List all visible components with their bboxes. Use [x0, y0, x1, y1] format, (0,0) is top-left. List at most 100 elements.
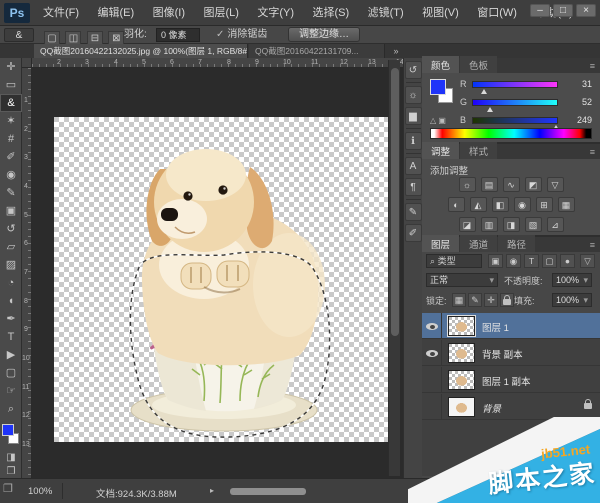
filter-smart-objects-icon[interactable]: ● — [560, 254, 575, 268]
tab-document-inactive[interactable]: QQ截图20160422131709... — [249, 44, 385, 58]
red-slider-thumb[interactable] — [481, 89, 487, 94]
paragraph-styles-panel-icon[interactable]: ✐ — [405, 224, 422, 242]
character-styles-panel-icon[interactable]: ✎ — [405, 203, 422, 221]
tool-brush[interactable]: ✎ — [0, 184, 22, 202]
antialias-checkbox[interactable]: ✓消除锯齿 — [216, 26, 267, 44]
layer-row-background[interactable]: 背景 — [422, 394, 600, 420]
panel-menu-icon[interactable]: ≡ — [585, 145, 600, 159]
tool-gradient[interactable]: ▨ — [0, 256, 22, 274]
close-button[interactable]: × — [576, 4, 596, 17]
horizontal-scrollbar-thumb[interactable] — [230, 488, 306, 495]
lock-position-icon[interactable]: ✛ — [484, 293, 498, 307]
menu-edit[interactable]: 编辑(E) — [91, 0, 142, 26]
transparent-canvas[interactable] — [54, 117, 390, 442]
refine-edge-button[interactable]: 调整边缘… — [288, 27, 360, 42]
vertical-ruler[interactable]: 1 2 3 4 5 6 7 8 9 10 11 12 13 — [22, 68, 32, 478]
add-selection-button[interactable]: ◫ — [65, 31, 81, 45]
menu-image[interactable]: 图像(I) — [146, 0, 192, 26]
tab-styles[interactable]: 样式 — [460, 142, 497, 159]
screen-mode-icon[interactable]: ❐ — [3, 482, 13, 495]
scrollbar-thumb[interactable] — [391, 68, 399, 336]
layer-name[interactable]: 背景 — [482, 401, 501, 415]
selective-color-icon[interactable]: ⊿ — [547, 217, 564, 232]
canvas-area[interactable]: 2 3 4 5 6 7 8 9 10 11 12 13 14 1 2 3 4 5… — [22, 58, 403, 478]
black-white-icon[interactable]: ◧ — [492, 197, 509, 212]
minimize-button[interactable]: – — [530, 4, 550, 17]
hue-saturation-icon[interactable]: ◐ — [448, 197, 465, 212]
maximize-button[interactable]: □ — [553, 4, 573, 17]
menu-filter[interactable]: 滤镜(T) — [361, 0, 411, 26]
tab-document-active[interactable]: QQ截图20160422132025.jpg @ 100%(图层 1, RGB/… — [34, 44, 248, 58]
color-lookup-icon[interactable]: ▦ — [558, 197, 575, 212]
tool-pen[interactable]: ✒ — [0, 310, 22, 328]
tab-paths[interactable]: 路径 — [498, 235, 535, 252]
visibility-toggle[interactable] — [422, 340, 442, 366]
layer-row-layer1-copy[interactable]: 图层 1 副本 — [422, 367, 600, 393]
filter-adjustment-layers-icon[interactable]: ◉ — [506, 254, 521, 268]
character-panel-icon[interactable]: A — [405, 157, 422, 175]
posterize-icon[interactable]: ▥ — [481, 217, 498, 232]
tool-hand[interactable]: ☞ — [0, 382, 22, 400]
intersect-selection-button[interactable]: ⊠ — [108, 31, 124, 45]
menu-type[interactable]: 文字(Y) — [250, 0, 301, 26]
tool-zoom[interactable]: ⌕ — [0, 400, 22, 418]
channel-mixer-icon[interactable]: ⊞ — [536, 197, 553, 212]
tool-blur[interactable]: ◔ — [0, 274, 22, 292]
status-flyout-icon[interactable]: ▸ — [210, 486, 214, 495]
lock-all-icon[interactable] — [500, 293, 514, 307]
layer-name[interactable]: 图层 1 副本 — [482, 374, 531, 388]
foreground-color-swatch[interactable] — [2, 424, 14, 436]
layer-name[interactable]: 背景 副本 — [482, 347, 523, 361]
layer-thumbnail[interactable] — [448, 316, 475, 336]
horizontal-ruler[interactable]: 2 3 4 5 6 7 8 9 10 11 12 13 14 — [32, 58, 403, 68]
blend-mode-dropdown[interactable]: 正常▾ — [426, 273, 498, 287]
red-slider[interactable] — [472, 81, 558, 88]
invert-icon[interactable]: ◪ — [459, 217, 476, 232]
opacity-input[interactable]: 100%▾ — [552, 273, 592, 287]
visibility-toggle[interactable] — [422, 394, 442, 420]
green-slider-thumb[interactable] — [487, 107, 493, 112]
brightness-contrast-icon[interactable]: ☼ — [459, 177, 476, 192]
threshold-icon[interactable]: ◨ — [503, 217, 520, 232]
tab-channels[interactable]: 通道 — [460, 235, 497, 252]
layer-thumbnail[interactable] — [448, 343, 475, 363]
blue-value[interactable]: 249 — [564, 115, 592, 125]
tool-eyedropper[interactable]: ✐ — [0, 148, 22, 166]
lock-pixels-icon[interactable]: ✎ — [468, 293, 482, 307]
quick-mask-button[interactable]: ◨ — [0, 450, 22, 465]
tab-overflow-icon[interactable]: » — [388, 44, 404, 58]
vibrance-icon[interactable]: ▽ — [547, 177, 564, 192]
adjustments-panel-icon[interactable]: ☼ — [405, 86, 422, 104]
menu-file[interactable]: 文件(F) — [36, 0, 86, 26]
gradient-map-icon[interactable]: ▧ — [525, 217, 542, 232]
color-balance-icon[interactable]: ◭ — [470, 197, 487, 212]
layer-thumbnail[interactable] — [448, 397, 475, 417]
photo-filter-icon[interactable]: ◉ — [514, 197, 531, 212]
filter-kind-dropdown[interactable]: ⌕ 类型 — [426, 254, 482, 268]
vertical-scrollbar[interactable] — [388, 60, 400, 476]
tool-path-selection[interactable]: ▶ — [0, 346, 22, 364]
curves-icon[interactable]: ∿ — [503, 177, 520, 192]
visibility-toggle[interactable] — [422, 313, 442, 339]
tool-shape[interactable]: ▢ — [0, 364, 22, 382]
menu-layer[interactable]: 图层(L) — [196, 0, 245, 26]
layer-row-layer1[interactable]: 图层 1 — [422, 313, 600, 339]
green-value[interactable]: 52 — [564, 97, 592, 107]
filter-toggle-icon[interactable]: ▽ — [580, 254, 595, 268]
foreground-color-swatch[interactable] — [430, 79, 446, 95]
info-panel-icon[interactable]: ℹ — [405, 132, 422, 150]
panel-menu-icon[interactable]: ≡ — [585, 59, 600, 73]
feather-input[interactable]: 0 像素 — [156, 28, 200, 42]
filter-type-layers-icon[interactable]: T — [524, 254, 539, 268]
red-value[interactable]: 31 — [564, 79, 592, 89]
new-selection-button[interactable]: ▢ — [44, 31, 60, 45]
tool-preset-dropdown[interactable]: & — [4, 28, 34, 42]
filter-pixel-layers-icon[interactable]: ▣ — [488, 254, 503, 268]
tool-history-brush[interactable]: ↺ — [0, 220, 22, 238]
layer-thumbnail[interactable] — [448, 370, 475, 390]
screen-mode-button[interactable]: ❐ — [0, 464, 22, 479]
tool-type[interactable]: T — [0, 328, 22, 346]
tool-dodge[interactable]: ◖ — [0, 292, 22, 310]
panel-menu-icon[interactable]: ≡ — [585, 238, 600, 252]
fill-input[interactable]: 100%▾ — [552, 293, 592, 307]
